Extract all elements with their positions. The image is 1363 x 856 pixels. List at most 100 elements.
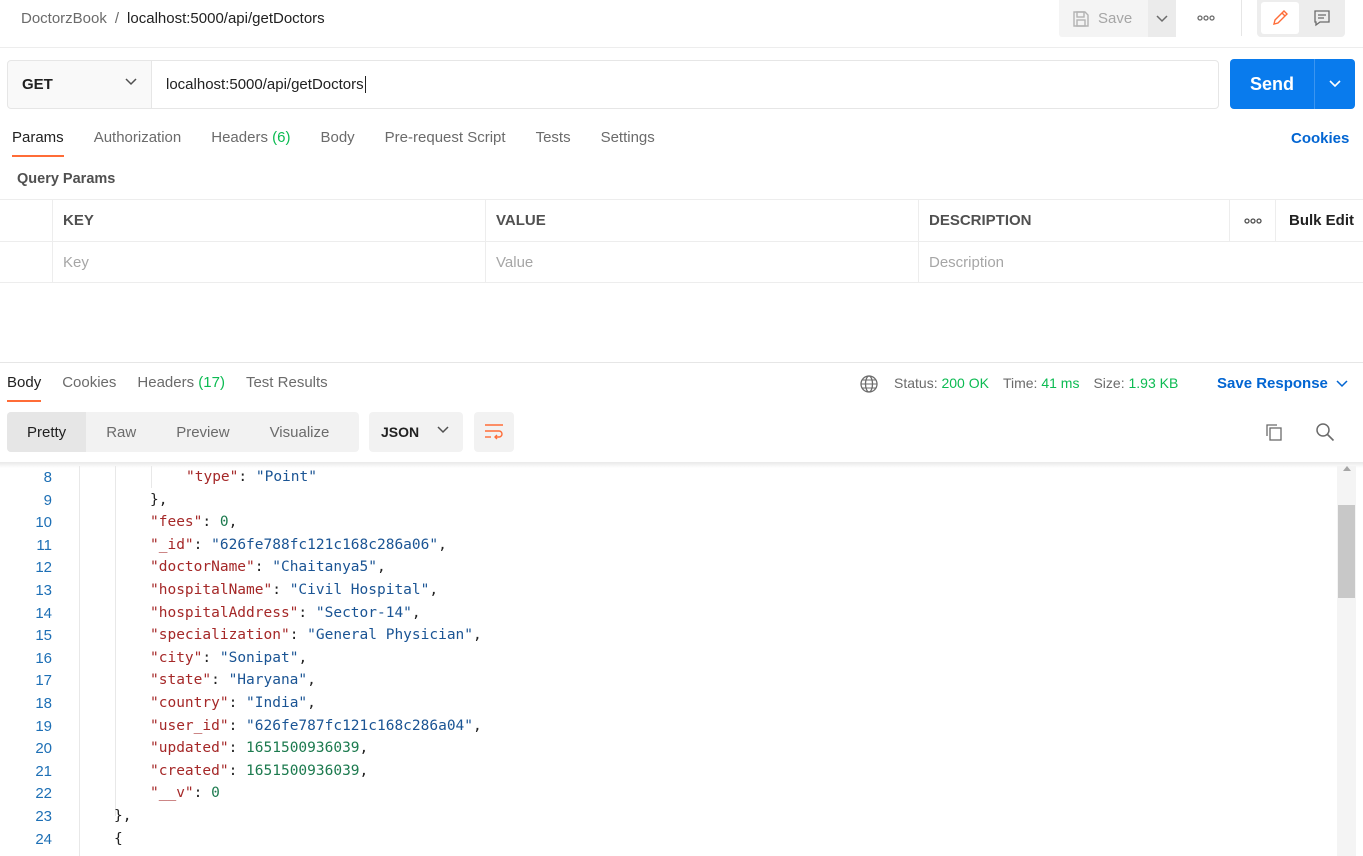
documentation-mode-button[interactable] (1303, 2, 1341, 34)
column-options-button[interactable] (1229, 200, 1275, 241)
format-preview[interactable]: Preview (156, 412, 249, 452)
code-text: "specialization": "General Physician", (150, 627, 482, 643)
tab-label: Body (320, 129, 355, 146)
breadcrumb-request-name[interactable]: localhost:5000/api/getDoctors (127, 10, 325, 27)
tab-tests[interactable]: Tests (536, 129, 571, 158)
scroll-up-icon[interactable] (1343, 466, 1351, 471)
code-token: , (429, 582, 439, 598)
save-response-button[interactable]: Save Response (1217, 375, 1348, 392)
code-token: "type" (186, 469, 239, 485)
cookies-link[interactable]: Cookies (1291, 130, 1349, 147)
code-token: "city" (150, 649, 203, 666)
code-token: , (228, 514, 238, 531)
code-token: "India" (246, 695, 308, 711)
format-pretty[interactable]: Pretty (7, 412, 87, 452)
method-select[interactable]: GET (7, 60, 152, 109)
tab-headers[interactable]: Headers (6) (211, 129, 290, 158)
code-text: "__v": 0 (150, 785, 220, 801)
tab-authorization[interactable]: Authorization (94, 129, 182, 158)
chevron-down-icon (437, 426, 449, 434)
code-text: }, (114, 808, 131, 824)
edit-mode-button[interactable] (1261, 2, 1299, 34)
response-code-editor[interactable]: 8 "type": "Point" 9}, 10 "fees": 0, 11 "_id": … (0, 466, 1337, 856)
code-text: "_id": "626fe788fc121c168c286a06", (150, 537, 447, 553)
wrap-lines-button[interactable] (474, 412, 514, 452)
code-token: }, (150, 491, 168, 508)
line-number: 16 (35, 649, 52, 667)
tab-response-headers[interactable]: Headers (17) (137, 374, 225, 403)
tab-params[interactable]: Params (12, 129, 64, 158)
breadcrumb-collection[interactable]: DoctorzBook (21, 10, 107, 27)
code-line: 13 "hospitalName": "Civil Hospital", (0, 582, 1337, 604)
code-line: 12 "doctorName": "Chaitanya5", (0, 559, 1337, 581)
column-header-value: VALUE (485, 200, 918, 241)
line-number: 9 (43, 491, 52, 509)
breadcrumb: DoctorzBook / localhost:5000/api/getDoct… (21, 10, 325, 27)
method-value: GET (22, 76, 53, 93)
code-line: 21 "created": 1651500936039, (0, 763, 1337, 785)
format-visualize[interactable]: Visualize (250, 412, 350, 452)
tab-response-body[interactable]: Body (7, 374, 42, 403)
code-token: "General Physician" (307, 627, 474, 644)
copy-icon[interactable] (1264, 422, 1284, 442)
size-value: 1.93 KB (1128, 375, 1179, 391)
line-number: 21 (35, 762, 52, 780)
wrap-lines-icon (485, 424, 503, 440)
globe-icon[interactable] (859, 374, 879, 394)
language-value: JSON (381, 424, 420, 440)
key-input[interactable]: Key (52, 242, 485, 283)
line-number: 11 (36, 536, 52, 554)
time-stat[interactable]: Time: 41 ms (1003, 375, 1080, 391)
send-button[interactable]: Send (1230, 59, 1314, 109)
code-token: "Point" (255, 469, 317, 485)
save-options-button[interactable] (1148, 0, 1176, 37)
line-number: 12 (35, 559, 52, 577)
code-text: "user_id": "626fe787fc121c168c286a04", (150, 718, 482, 734)
code-token: , (473, 627, 482, 644)
code-text: "doctorName": "Chaitanya5", (150, 559, 386, 575)
tab-label: Headers (211, 129, 268, 146)
language-select[interactable]: JSON (369, 412, 463, 452)
save-response-label: Save Response (1217, 375, 1328, 392)
code-text: "updated": 1651500936039, (150, 740, 368, 756)
code-text: { (114, 831, 123, 847)
code-token: : (202, 649, 220, 666)
code-line: 9}, (0, 492, 1337, 514)
format-raw[interactable]: Raw (86, 412, 156, 452)
value-input[interactable]: Value (485, 242, 918, 283)
tab-test-results[interactable]: Test Results (246, 374, 328, 403)
code-token: 1651500936039 (246, 740, 360, 757)
code-text: "hospitalName": "Civil Hospital", (150, 582, 438, 598)
send-options-button[interactable] (1314, 59, 1355, 109)
description-input[interactable]: Description (918, 242, 1229, 283)
tab-count: (17) (198, 374, 225, 391)
search-icon[interactable] (1315, 422, 1335, 442)
code-token: "state" (150, 672, 212, 689)
line-number: 24 (35, 830, 52, 848)
line-number: 14 (35, 604, 52, 622)
size-stat[interactable]: Size: 1.93 KB (1093, 375, 1178, 391)
pencil-icon (1273, 10, 1288, 25)
tab-response-cookies[interactable]: Cookies (62, 374, 116, 403)
save-button[interactable]: Save (1059, 0, 1148, 37)
code-line: 10 "fees": 0, (0, 514, 1337, 536)
status-stat[interactable]: Status: 200 OK (894, 375, 989, 391)
tab-label: Params (12, 129, 64, 146)
scrollbar-thumb[interactable] (1338, 505, 1355, 598)
response-divider[interactable] (0, 362, 1363, 363)
bulk-edit-button[interactable]: Bulk Edit (1275, 200, 1363, 241)
chevron-down-icon (1336, 379, 1348, 387)
line-number: 20 (35, 740, 52, 758)
tab-pre-request-script[interactable]: Pre-request Script (385, 129, 506, 158)
tab-label: Authorization (93, 129, 182, 146)
tab-body[interactable]: Body (320, 129, 354, 158)
format-tabs: Pretty Raw Preview Visualize (7, 412, 359, 452)
more-actions-button[interactable] (1193, 8, 1219, 28)
url-input[interactable]: localhost:5000/api/getDoctors (151, 60, 1219, 109)
line-number: 23 (35, 808, 52, 825)
code-token: "doctorName" (150, 559, 255, 576)
time-label: Time: (1002, 375, 1038, 391)
tab-settings[interactable]: Settings (601, 129, 655, 158)
response-stats: Status: 200 OK Time: 41 ms Size: 1.93 KB (894, 375, 1178, 391)
code-line: 23}, (0, 808, 1337, 830)
